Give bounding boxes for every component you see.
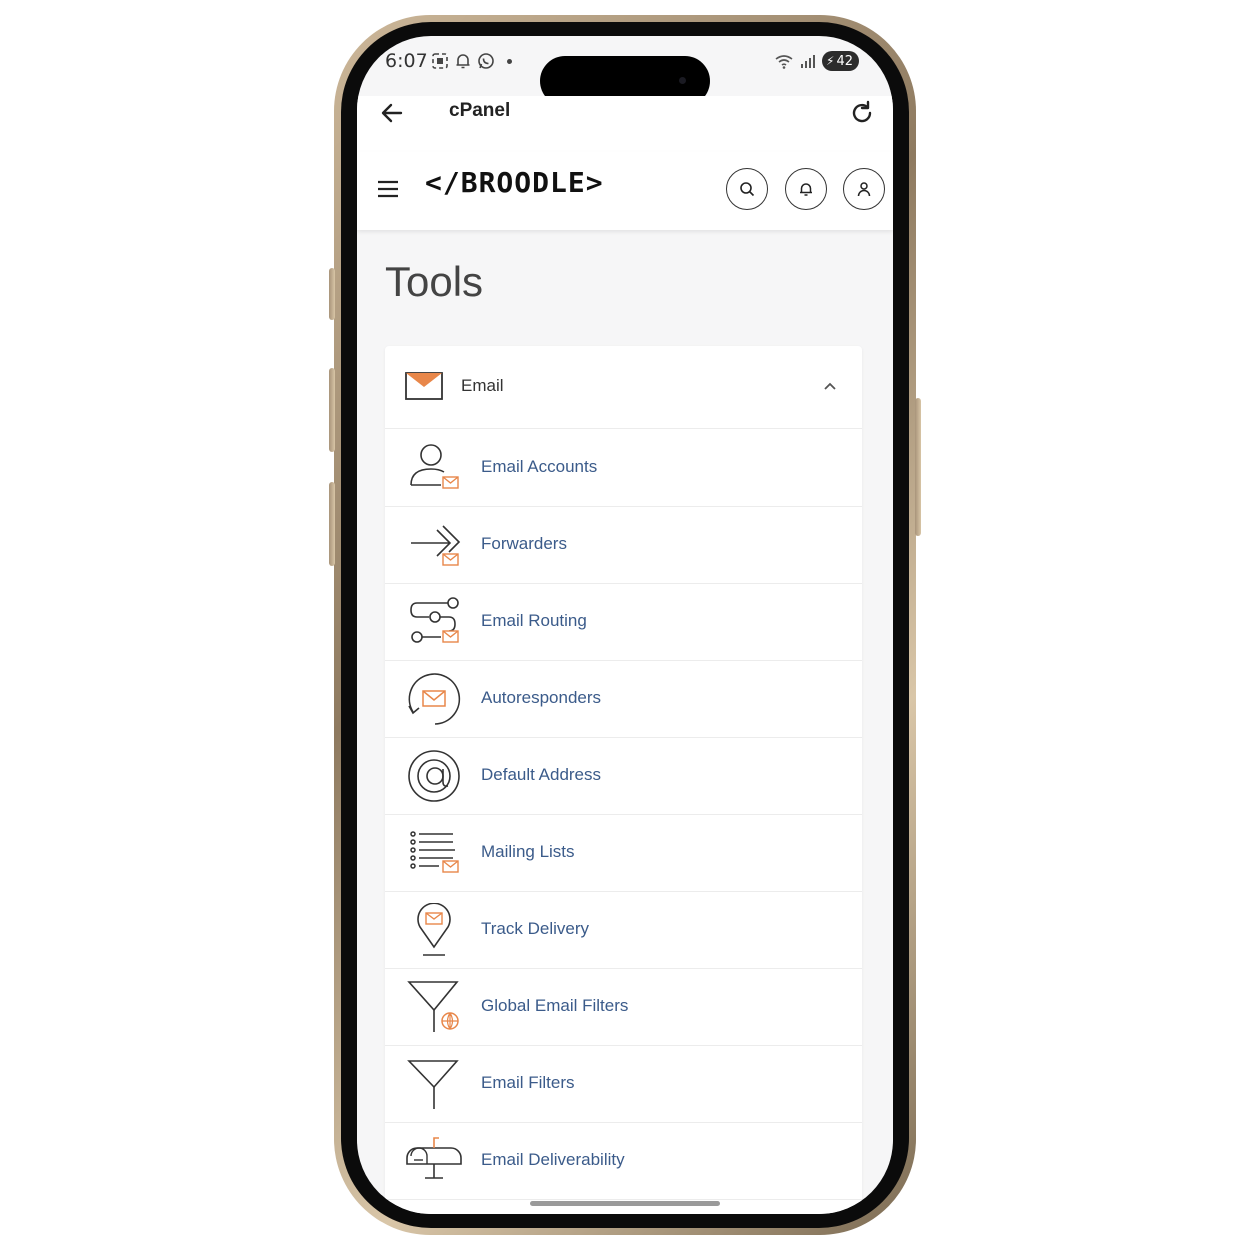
tool-label: Global Email Filters — [481, 996, 629, 1015]
screenshot-icon — [432, 53, 448, 69]
brand-logo[interactable]: </BROODLE> — [425, 166, 604, 199]
status-time: 6:07 — [385, 50, 428, 72]
email-section-header[interactable]: Email — [385, 346, 862, 429]
user-icon — [857, 182, 871, 197]
home-indicator[interactable] — [530, 1201, 720, 1206]
notifications-button[interactable] — [785, 168, 827, 210]
search-icon — [740, 182, 755, 197]
tool-label: Autoresponders — [481, 688, 602, 707]
volume-up-button — [329, 368, 335, 452]
tool-label: Email Filters — [481, 1073, 575, 1092]
tool-track-delivery[interactable]: Track Delivery — [385, 891, 862, 969]
tool-label: Forwarders — [481, 534, 567, 553]
mailing-lists-icon — [410, 831, 459, 873]
search-button[interactable] — [726, 168, 768, 210]
tool-email-routing[interactable]: Email Routing — [385, 583, 862, 661]
forwarders-icon — [411, 525, 461, 566]
email-section-title: Email — [461, 376, 504, 395]
bell-icon — [456, 54, 470, 69]
tool-label: Email Routing — [481, 611, 587, 630]
battery-indicator: ⚡ 42 — [822, 51, 859, 71]
email-accounts-icon — [410, 444, 459, 489]
tool-autoresponders[interactable]: Autoresponders — [385, 660, 862, 738]
tool-email-filters[interactable]: Email Filters — [385, 1045, 862, 1123]
filter-icon — [407, 1060, 459, 1109]
signal-icon — [801, 55, 816, 68]
app-bar: cPanel — [357, 96, 893, 152]
power-button — [915, 398, 921, 536]
dot-icon — [507, 58, 512, 64]
tool-label: Track Delivery — [481, 919, 589, 938]
phone-screen: 6:07 ⚡ 42 cPanel </BROODLE> Tools Email … — [357, 36, 893, 1214]
back-arrow-icon[interactable] — [379, 100, 405, 126]
status-icons-right: ⚡ 42 — [774, 51, 859, 71]
tool-label: Default Address — [481, 765, 602, 784]
tool-label: Mailing Lists — [481, 842, 575, 861]
battery-level: 42 — [836, 53, 853, 69]
tool-label: Email Deliverability — [481, 1150, 625, 1169]
user-button[interactable] — [843, 168, 885, 210]
track-delivery-icon — [417, 903, 451, 956]
action-button — [329, 268, 335, 320]
bell-icon — [800, 183, 812, 196]
refresh-icon[interactable] — [849, 100, 875, 126]
status-icons-left — [431, 52, 512, 70]
app-title: cPanel — [449, 100, 511, 121]
tool-email-accounts[interactable]: Email Accounts — [385, 429, 862, 507]
autoresponders-icon — [408, 673, 461, 725]
tool-default-address[interactable]: Default Address — [385, 737, 862, 815]
charging-icon: ⚡ — [826, 54, 835, 68]
tool-mailing-lists[interactable]: Mailing Lists — [385, 814, 862, 892]
front-camera — [679, 77, 686, 84]
whatsapp-icon — [478, 53, 494, 69]
volume-down-button — [329, 482, 335, 566]
tool-email-deliverability[interactable]: Email Deliverability — [385, 1122, 862, 1200]
at-sign-icon — [408, 750, 460, 802]
menu-icon[interactable] — [377, 179, 399, 199]
tool-label: Email Accounts — [481, 457, 598, 476]
page-title: Tools — [385, 258, 484, 305]
email-tools-card: Email Email Accounts Forwarders Email Ro… — [385, 346, 862, 1214]
chevron-up-icon[interactable] — [822, 378, 838, 394]
global-filter-icon — [407, 981, 459, 1032]
site-header: </BROODLE> — [357, 152, 893, 230]
envelope-icon — [405, 372, 443, 400]
tool-forwarders[interactable]: Forwarders — [385, 506, 862, 584]
tool-global-email-filters[interactable]: Global Email Filters — [385, 968, 862, 1046]
wifi-icon — [775, 55, 793, 69]
email-routing-icon — [410, 597, 459, 643]
mailbox-icon — [406, 1137, 462, 1179]
